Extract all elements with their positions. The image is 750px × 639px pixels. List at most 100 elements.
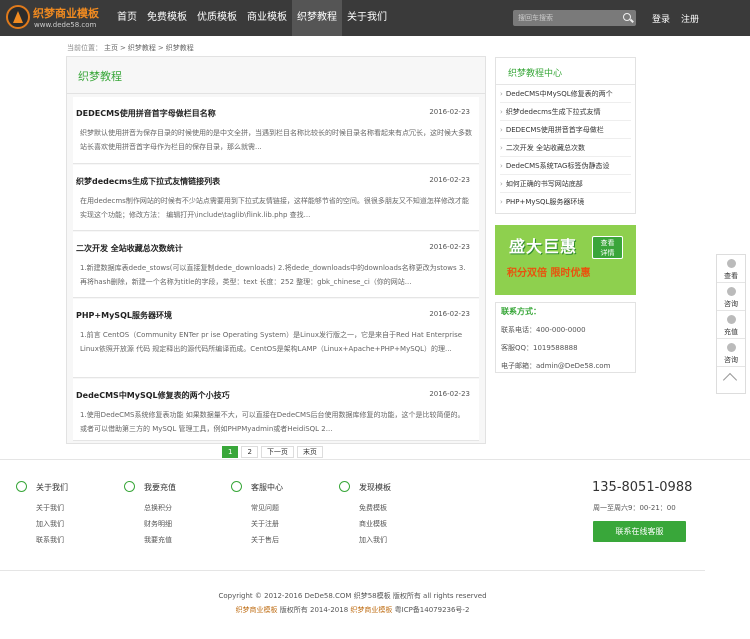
article-item[interactable]: DEDECMS使用拼音首字母做栏目名称 2016-02-23 织梦默认使用拼音为… xyxy=(73,97,479,164)
float-consult-button[interactable]: 咨询 xyxy=(717,283,745,311)
footer-col-head: 客服中心 xyxy=(251,483,283,492)
sidebar-item[interactable]: DedeCMS中MySQL修复表的两个 xyxy=(500,86,631,103)
article-summary: 1.使用DedeCMS系统修复表功能 如果数据量不大，可以直接在DedeCMS后… xyxy=(80,411,465,433)
service-hours: 周一至周六9：00-21：00 xyxy=(593,504,676,512)
footer-col-recharge: 我要充值 总换积分 财务明细 我要充值 xyxy=(124,480,224,550)
pagination: 1 2 下一页 末页 xyxy=(222,446,326,458)
brand-link[interactable]: 织梦商业模板 xyxy=(350,606,392,614)
top-header: 织梦商业模板 www.dede58.com 首页 免费模板 优质模板 商业模板 … xyxy=(0,0,750,36)
breadcrumb-prefix: 当前位置： xyxy=(67,44,102,52)
float-label: 查看 xyxy=(724,272,738,280)
banner-badge-line: 详情 xyxy=(600,249,615,257)
float-label: 咨询 xyxy=(724,356,738,364)
footer-link[interactable]: 免费模板 xyxy=(359,503,387,513)
article-title[interactable]: PHP+MySQL服务器环境 xyxy=(76,310,172,321)
last-page-button[interactable]: 末页 xyxy=(296,446,323,458)
nav-about[interactable]: 关于我们 xyxy=(342,0,392,36)
main-nav: 首页 免费模板 优质模板 商业模板 织梦教程 关于我们 xyxy=(112,0,392,36)
chevron-up-icon xyxy=(722,372,738,388)
headset-icon xyxy=(231,481,242,492)
banner-headline: 盛大巨惠 xyxy=(509,237,578,256)
sidebar-item[interactable]: DEDECMS使用拼音首字母做栏 xyxy=(500,122,631,139)
sidebar-item[interactable]: 织梦dedecms生成下拉式友情 xyxy=(500,104,631,121)
footer-divider xyxy=(0,459,750,460)
article-title[interactable]: DedeCMS中MySQL修复表的两个小技巧 xyxy=(76,390,230,401)
breadcrumb-home[interactable]: 主页 xyxy=(104,44,118,52)
article-list-panel: 织梦教程 DEDECMS使用拼音首字母做栏目名称 2016-02-23 织梦默认… xyxy=(66,56,486,444)
article-item[interactable]: DedeCMS中MySQL修复表的两个小技巧 2016-02-23 1.使用De… xyxy=(73,379,479,441)
article-date: 2016-02-23 xyxy=(429,108,470,116)
online-service-button[interactable]: 联系在线客服 xyxy=(593,521,686,542)
back-to-top-button[interactable] xyxy=(717,367,745,395)
copyright-line-2: 织梦商业模板 版权所有 2014-2018 织梦商业模板 粤ICP备140792… xyxy=(0,605,705,615)
footer-link[interactable]: 加入我们 xyxy=(359,535,387,545)
nav-quality-templates[interactable]: 优质模板 xyxy=(192,0,242,36)
sidebar-item[interactable]: PHP+MySQL服务器环境 xyxy=(500,194,631,211)
float-view-button[interactable]: 查看 xyxy=(717,255,745,283)
register-link[interactable]: 注册 xyxy=(681,12,699,25)
article-title[interactable]: DEDECMS使用拼音首字母做栏目名称 xyxy=(76,108,216,119)
footer-link[interactable]: 商业模板 xyxy=(359,519,387,529)
article-item[interactable]: PHP+MySQL服务器环境 2016-02-23 1.前言 CentOS（Co… xyxy=(73,299,479,378)
sidebar-item[interactable]: 二次开发 全站收藏总次数 xyxy=(500,140,631,157)
footer-link[interactable]: 总换积分 xyxy=(144,503,172,513)
banner-details-button[interactable]: 查看 详情 xyxy=(592,236,623,259)
footer-link[interactable]: 关于注册 xyxy=(251,519,279,529)
search-box xyxy=(513,10,636,26)
float-consult2-button[interactable]: 咨询 xyxy=(717,339,745,367)
nav-tutorials[interactable]: 织梦教程 xyxy=(292,0,342,36)
banner-badge-line: 查看 xyxy=(600,239,615,247)
footer-link[interactable]: 联系我们 xyxy=(36,535,64,545)
float-label: 充值 xyxy=(724,328,738,336)
brand-link[interactable]: 织梦商业模板 xyxy=(236,606,278,614)
float-recharge-button[interactable]: 充值 xyxy=(717,311,745,339)
article-date: 2016-02-23 xyxy=(429,390,470,398)
nav-free-templates[interactable]: 免费模板 xyxy=(142,0,192,36)
breadcrumb-current[interactable]: 织梦教程 xyxy=(166,44,194,52)
footer-col-head: 发现模板 xyxy=(359,483,391,492)
search-icon[interactable] xyxy=(623,13,631,21)
footer-link[interactable]: 关于我们 xyxy=(36,503,64,513)
breadcrumb-tutorials[interactable]: 织梦教程 xyxy=(128,44,156,52)
article-title[interactable]: 织梦dedecms生成下拉式友情链接列表 xyxy=(76,176,220,187)
footer-col-about: 关于我们 关于我们 加入我们 联系我们 xyxy=(16,480,116,550)
chat-bubble-icon xyxy=(727,343,736,352)
sidebar-item[interactable]: 如何正确的书写网站底部 xyxy=(500,176,631,193)
contact-phone: 联系电话：400-000-0000 xyxy=(501,326,586,334)
footer-link[interactable]: 加入我们 xyxy=(36,519,64,529)
article-item[interactable]: 织梦dedecms生成下拉式友情链接列表 2016-02-23 在用dedecm… xyxy=(73,165,479,231)
site-logo[interactable]: 织梦商业模板 www.dede58.com xyxy=(6,4,108,32)
article-date: 2016-02-23 xyxy=(429,310,470,318)
footer-col-head: 关于我们 xyxy=(36,483,68,492)
logo-title: 织梦商业模板 xyxy=(33,7,99,20)
promo-banner[interactable]: 盛大巨惠 积分双倍 限时优惠 查看 详情 xyxy=(495,225,636,295)
breadcrumb: 当前位置： 主页 > 织梦教程 > 织梦教程 xyxy=(67,43,196,53)
article-item[interactable]: 二次开发 全站收藏总次数统计 2016-02-23 1.新建数据库表dede_s… xyxy=(73,232,479,298)
footer-divider-bottom xyxy=(0,570,705,571)
footer-col-service: 客服中心 常见问题 关于注册 关于售后 xyxy=(231,480,331,550)
footer-link[interactable]: 我要充值 xyxy=(144,535,172,545)
banner-subline: 积分双倍 限时优惠 xyxy=(507,268,591,279)
search-input[interactable] xyxy=(518,11,618,25)
floating-toolbar: 查看 咨询 充值 咨询 xyxy=(716,254,746,394)
contact-email: 电子邮箱：admin@DeDe58.com xyxy=(501,362,611,370)
logo-subtitle: www.dede58.com xyxy=(34,21,97,29)
page-1-button[interactable]: 1 xyxy=(222,446,239,458)
article-date: 2016-02-23 xyxy=(429,243,470,251)
footer-link[interactable]: 常见问题 xyxy=(251,503,279,513)
nav-business-templates[interactable]: 商业模板 xyxy=(242,0,292,36)
breadcrumb-sep: > xyxy=(120,44,126,52)
login-link[interactable]: 登录 xyxy=(652,12,670,25)
copyright-text: 版权所有 2014-2018 xyxy=(277,606,351,614)
sidebar-item[interactable]: DedeCMS系统TAG标签伪静态设 xyxy=(500,158,631,175)
article-title[interactable]: 二次开发 全站收藏总次数统计 xyxy=(76,243,183,254)
footer-link[interactable]: 关于售后 xyxy=(251,535,279,545)
page-2-button[interactable]: 2 xyxy=(241,446,258,458)
footer-link[interactable]: 财务明细 xyxy=(144,519,172,529)
next-page-button[interactable]: 下一页 xyxy=(260,446,294,458)
sidebar-divider xyxy=(496,84,635,85)
sidebar-title: 织梦教程中心 xyxy=(508,69,563,79)
footer-col-discover: 发现模板 免费模板 商业模板 加入我们 xyxy=(339,480,439,550)
nav-home[interactable]: 首页 xyxy=(112,0,142,36)
contact-title: 联系方式： xyxy=(501,307,541,316)
